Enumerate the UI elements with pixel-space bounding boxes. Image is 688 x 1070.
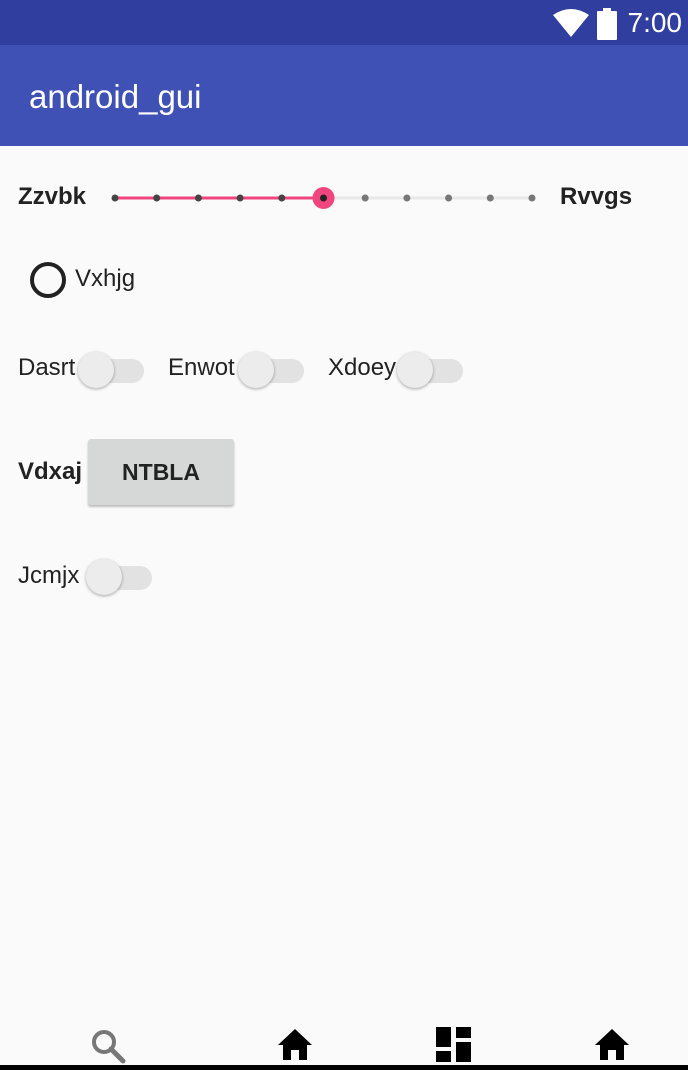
slider-tick — [445, 194, 453, 202]
wifi-icon — [553, 9, 589, 37]
slider-tick — [111, 194, 119, 202]
dashboard-icon[interactable] — [436, 1027, 471, 1062]
app-title: android_gui — [29, 78, 202, 115]
ntbla-button[interactable]: NTBLA — [88, 439, 234, 505]
slider-tick — [153, 194, 161, 202]
nav-bar-edge — [0, 1065, 688, 1070]
slider-tick — [278, 194, 286, 202]
home-icon[interactable] — [594, 1028, 630, 1062]
slider-tick — [528, 194, 536, 202]
switch-enwot[interactable] — [238, 348, 304, 388]
switch-thumb — [86, 559, 122, 595]
status-bar: 7:00 — [0, 0, 688, 45]
switch-label-dasrt: Dasrt — [18, 354, 76, 381]
switch-label-enwot: Enwot — [168, 354, 235, 381]
slider-tick — [236, 194, 244, 202]
radio-button[interactable] — [28, 261, 68, 301]
slider-tick — [403, 194, 411, 202]
switch-label-jcmjx: Jcmjx — [18, 562, 80, 589]
slider-max-label: Rvvgs — [560, 183, 633, 210]
search-icon[interactable] — [90, 1028, 126, 1064]
seek-slider[interactable] — [110, 180, 550, 216]
slider-min-label: Zzvbk — [18, 183, 87, 210]
switch-thumb — [78, 352, 114, 388]
switch-xdoey[interactable] — [397, 348, 463, 388]
switch-dasrt[interactable] — [78, 348, 144, 388]
switch-jcmjx[interactable] — [86, 555, 152, 595]
slider-tick — [194, 194, 202, 202]
switch-label-xdoey: Xdoey — [328, 354, 397, 381]
radio-label[interactable]: Vxhjg — [75, 264, 135, 294]
slider-tick — [361, 194, 369, 202]
switch-thumb — [397, 352, 433, 388]
battery-icon — [597, 8, 617, 40]
bottom-navigation — [0, 1010, 688, 1070]
slider-tick — [486, 194, 494, 202]
app-bar: android_gui — [0, 45, 688, 146]
button-row-label: Vdxaj — [18, 458, 83, 485]
slider-thumb[interactable] — [312, 187, 335, 209]
status-time: 7:00 — [627, 7, 683, 38]
home-icon[interactable] — [277, 1028, 313, 1062]
switch-thumb — [238, 352, 274, 388]
